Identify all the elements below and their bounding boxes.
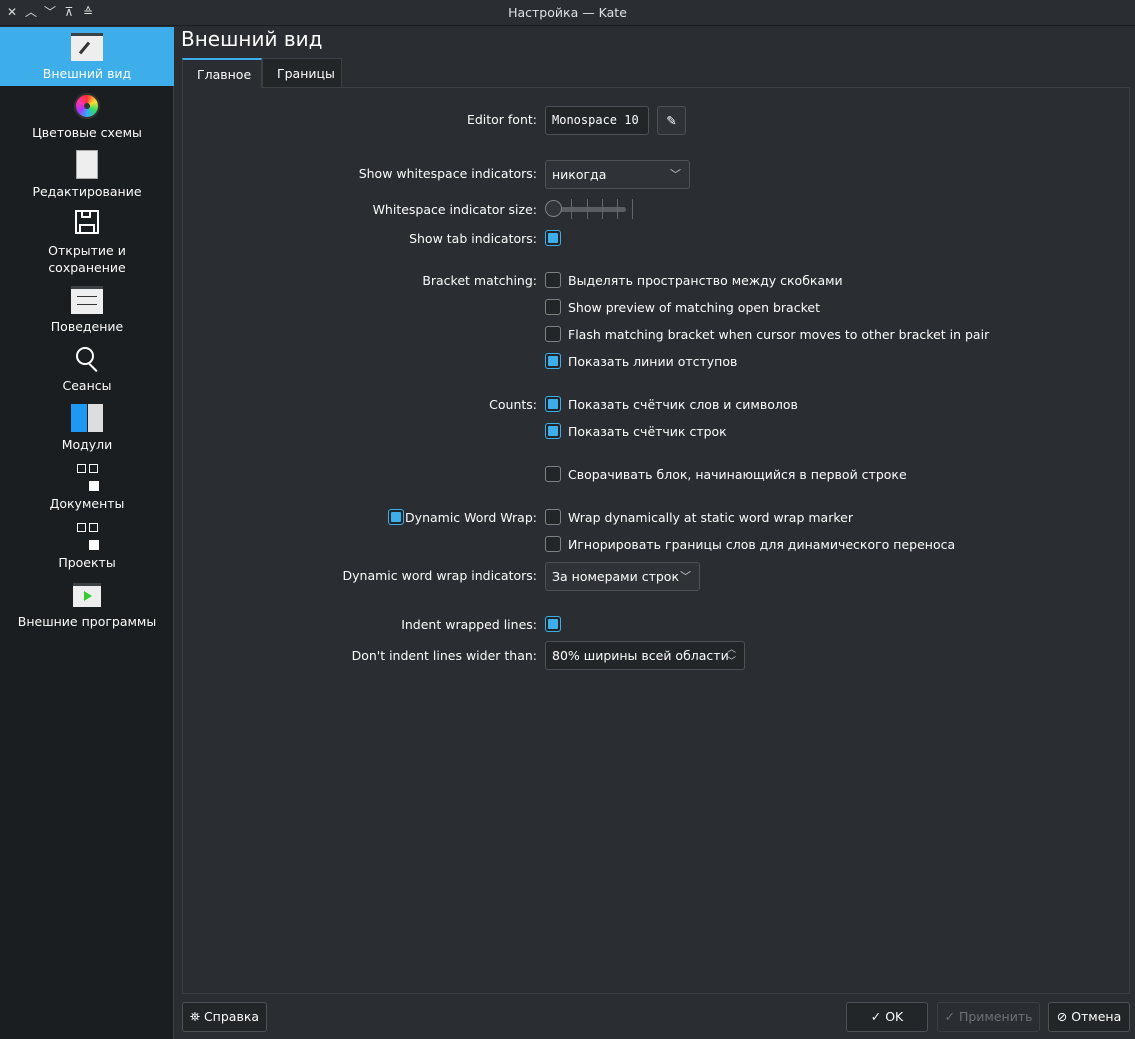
dynamic-word-wrap-label: Dynamic Word Wrap:: [405, 510, 537, 525]
bracket-label: Bracket matching:: [422, 273, 537, 288]
counts-option-label: Показать счётчик строк: [568, 424, 727, 439]
pencil-icon: ✎: [666, 113, 677, 128]
help-label: Справка: [203, 1009, 260, 1024]
sidebar-item-color-schemes[interactable]: Цветовые схемы: [0, 86, 174, 141]
counts-option-checkbox[interactable]: [545, 396, 561, 412]
checkmark-icon: ✓: [870, 1009, 886, 1024]
sidebar-item-projects[interactable]: Проекты: [0, 516, 174, 571]
whitespace-label: Show whitespace indicators:: [358, 166, 537, 181]
dww-option-label: Игнорировать границы слов для динамическ…: [568, 537, 956, 552]
slider-handle[interactable]: [545, 200, 562, 217]
sidebar: Внешний вид Цветовые схемы Редактировани…: [0, 27, 174, 1039]
chevron-down-icon: ﹀: [680, 570, 691, 583]
ok-label: OK: [885, 1009, 904, 1024]
behavior-icon: [71, 284, 103, 316]
edit-font-button[interactable]: ✎: [657, 106, 686, 135]
external-tools-icon: [71, 579, 103, 611]
ok-button[interactable]: ✓ OK: [846, 1002, 928, 1032]
bracket-option-label: Show preview of matching open bracket: [568, 300, 820, 315]
appearance-icon: [71, 31, 103, 63]
window-title: Настройка — Kate: [508, 5, 627, 20]
bracket-option-checkbox[interactable]: [545, 272, 561, 288]
tab-borders[interactable]: Границы: [262, 58, 342, 88]
tab-main[interactable]: Главное: [182, 58, 262, 88]
cancel-button[interactable]: ⊘ Отмена: [1048, 1002, 1130, 1032]
editor-font-field[interactable]: Monospace 10: [545, 106, 649, 135]
cancel-icon: ⊘: [1056, 1009, 1072, 1024]
counts-option-label: Показать счётчик слов и символов: [568, 397, 798, 412]
sidebar-item-open-save[interactable]: Открытие и сохранение: [0, 204, 174, 276]
help-icon: ⛯: [189, 1009, 204, 1024]
projects-tree-icon: [71, 520, 103, 552]
tab-indicators-checkbox[interactable]: [545, 230, 561, 246]
sidebar-item-sessions[interactable]: Сеансы: [0, 339, 174, 394]
sidebar-item-plugins[interactable]: Модули: [0, 398, 174, 453]
indent-wrapped-checkbox[interactable]: [545, 616, 561, 632]
checkmark-icon: ✓: [944, 1009, 959, 1024]
sidebar-item-external-tools[interactable]: Внешние программы: [0, 575, 174, 630]
spin-arrows-icon[interactable]: ︿ ﹀: [727, 644, 736, 668]
slider-ticks: [571, 199, 572, 219]
plugins-icon: [71, 402, 103, 434]
search-icon: [71, 343, 103, 375]
bracket-option-label: Показать линии отступов: [568, 354, 738, 369]
whitespace-value: никогда: [552, 167, 607, 182]
apply-button[interactable]: ✓ Применить: [937, 1002, 1040, 1032]
sidebar-item-appearance[interactable]: Внешний вид: [0, 27, 174, 86]
chevron-down-icon: ﹀: [670, 168, 681, 181]
no-indent-label: Don't indent lines wider than:: [351, 648, 537, 663]
ws-size-slider[interactable]: [545, 197, 627, 221]
bracket-option-checkbox[interactable]: [545, 326, 561, 342]
sidebar-item-behavior[interactable]: Поведение: [0, 280, 174, 335]
fold-first-line-checkbox[interactable]: [545, 466, 561, 482]
dww-option-label: Wrap dynamically at static word wrap mar…: [568, 510, 853, 525]
help-button[interactable]: ⛯ Справка: [182, 1002, 267, 1032]
dww-indicators-combo[interactable]: За номерами строк ﹀: [545, 562, 700, 591]
dynamic-word-wrap-checkbox[interactable]: [388, 509, 404, 525]
dww-option-checkbox[interactable]: [545, 536, 561, 552]
document-edit-icon: [71, 149, 103, 181]
no-indent-value: 80% ширины всей области: [552, 648, 729, 663]
apply-label: Применить: [958, 1009, 1033, 1024]
whitespace-combo[interactable]: никогда ﹀: [545, 160, 690, 189]
counts-label: Counts:: [489, 397, 537, 412]
sidebar-item-documents[interactable]: Документы: [0, 457, 174, 512]
fold-first-line-label: Сворачивать блок, начинающийся в первой …: [568, 467, 907, 482]
save-icon: [71, 208, 103, 240]
bracket-option-checkbox[interactable]: [545, 299, 561, 315]
dww-option-checkbox[interactable]: [545, 509, 561, 525]
color-wheel-icon: [71, 90, 103, 122]
dww-indicators-label: Dynamic word wrap indicators:: [342, 568, 537, 583]
dww-indicators-value: За номерами строк: [552, 569, 679, 584]
indent-wrapped-label: Indent wrapped lines:: [401, 617, 537, 632]
slider-track: [553, 207, 626, 212]
bracket-option-label: Выделять пространство между скобками: [568, 273, 843, 288]
documents-tree-icon: [71, 461, 103, 493]
counts-option-checkbox[interactable]: [545, 423, 561, 439]
sidebar-item-editing[interactable]: Редактирование: [0, 145, 174, 200]
no-indent-spinbox[interactable]: 80% ширины всей области ︿ ﹀: [545, 641, 745, 670]
bracket-option-label: Flash matching bracket when cursor moves…: [568, 327, 990, 342]
bracket-option-checkbox[interactable]: [545, 353, 561, 369]
title-bar: ✕ ︿ ﹀ ⊼ ≙ Настройка — Kate: [0, 0, 1135, 26]
editor-font-label: Editor font:: [466, 112, 537, 127]
page-title: Внешний вид: [181, 27, 323, 51]
tab-indicators-label: Show tab indicators:: [409, 231, 537, 246]
cancel-label: Отмена: [1071, 1009, 1122, 1024]
ws-size-label: Whitespace indicator size:: [372, 202, 537, 217]
